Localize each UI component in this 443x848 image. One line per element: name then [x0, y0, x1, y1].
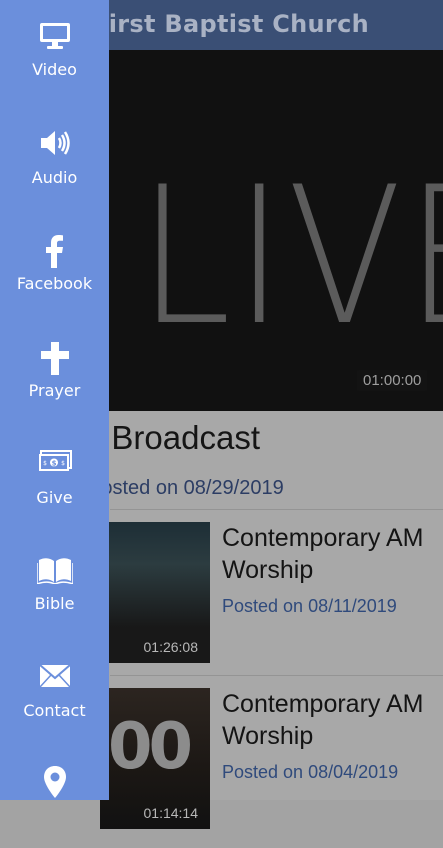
header-title: First Baptist Church	[92, 10, 369, 38]
video-date: Posted on 08/04/2019	[222, 762, 399, 782]
menu-item-contact[interactable]: Contact	[0, 661, 109, 741]
menu-item-location[interactable]	[0, 764, 109, 844]
divider	[110, 509, 443, 510]
menu-item-bible[interactable]: Bible	[0, 554, 109, 634]
monitor-icon	[0, 20, 109, 54]
video-date: Posted on 08/11/2019	[222, 596, 397, 616]
menu-label: Video	[32, 60, 77, 79]
svg-text:$: $	[51, 460, 56, 468]
thumbnail-duration: 01:14:14	[143, 805, 199, 821]
video-title[interactable]: Contemporary AM Worship	[222, 522, 437, 586]
menu-item-video[interactable]: Video	[0, 20, 109, 100]
menu-item-audio[interactable]: Audio	[0, 128, 109, 208]
video-title[interactable]: Contemporary AM Worship	[222, 688, 437, 752]
menu-label: Prayer	[28, 381, 81, 400]
divider	[110, 675, 443, 676]
live-broadcast-date: Posted on 08/29/2019	[88, 477, 284, 499]
facebook-icon	[0, 234, 109, 268]
book-icon	[0, 554, 109, 588]
location-pin-icon	[0, 764, 109, 798]
menu-label: Give	[36, 488, 73, 507]
side-drawer: Video Audio Facebook Prayer $ $ $ Give B…	[0, 0, 109, 800]
speaker-icon	[0, 128, 109, 162]
menu-item-give[interactable]: $ $ $ Give	[0, 448, 109, 528]
svg-text:$: $	[61, 460, 65, 467]
svg-text:$: $	[43, 460, 47, 467]
money-icon: $ $ $	[0, 448, 109, 482]
cross-icon	[0, 341, 109, 375]
thumbnail-duration: 01:26:08	[143, 639, 199, 655]
menu-label: Facebook	[16, 274, 93, 293]
menu-label: Contact	[23, 701, 86, 720]
live-banner-text: LIVE	[138, 146, 443, 367]
video-thumbnail[interactable]: 00 01:14:14	[100, 688, 210, 829]
thumbnail-graphic-text: 00	[108, 710, 193, 784]
video-thumbnail[interactable]: 01:26:08	[100, 522, 210, 663]
menu-item-facebook[interactable]: Facebook	[0, 234, 109, 314]
menu-label: Bible	[34, 594, 75, 613]
menu-item-prayer[interactable]: Prayer	[0, 341, 109, 421]
player-duration: 01:00:00	[357, 370, 428, 391]
envelope-icon	[0, 661, 109, 695]
menu-label: Audio	[31, 168, 78, 187]
